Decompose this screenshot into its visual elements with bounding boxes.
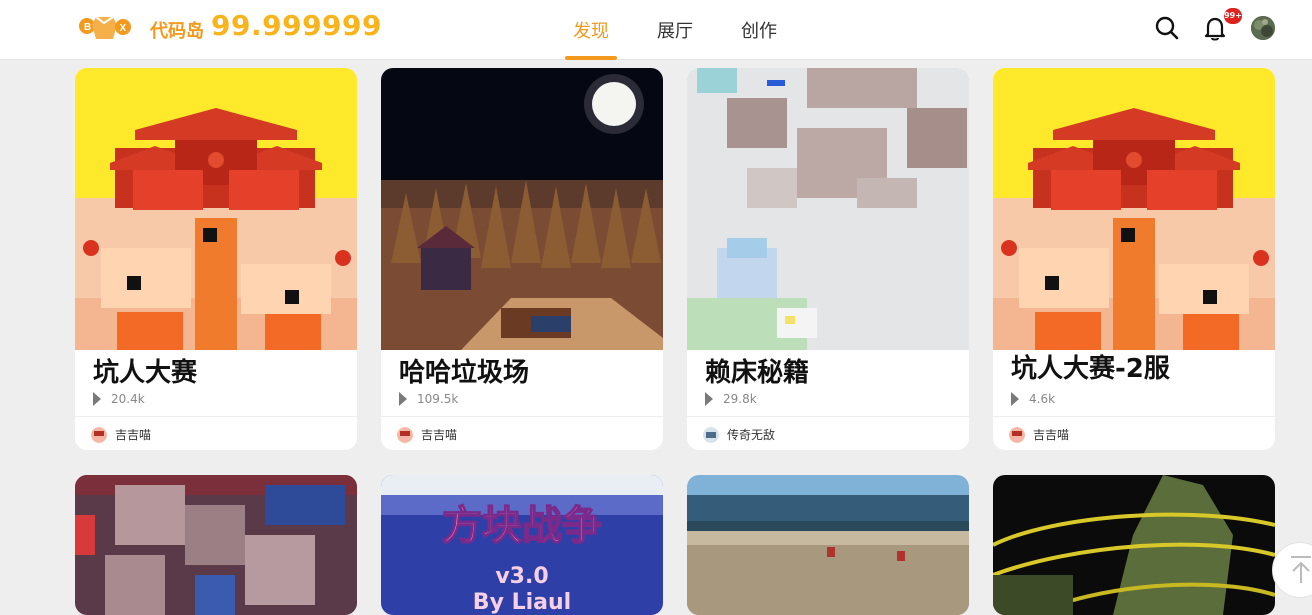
play-count: 20.4k (93, 392, 145, 406)
card-divider (381, 416, 663, 417)
game-thumbnail[interactable] (75, 68, 357, 350)
author-info[interactable]: 吉吉喵 (1009, 426, 1069, 443)
game-title[interactable]: 坑人大赛-2服 (1011, 348, 1170, 385)
play-count-value: 109.5k (417, 392, 459, 406)
play-count: 4.6k (1011, 392, 1055, 406)
card-divider (75, 416, 357, 417)
banner-version: v3.0 (495, 564, 548, 589)
author-avatar (397, 426, 413, 443)
author-info[interactable]: 吉吉喵 (397, 426, 457, 443)
notification-badge: 99+ (1224, 8, 1242, 24)
author-info[interactable]: 吉吉喵 (91, 426, 151, 443)
game-card[interactable]: 赖床秘籍 29.8k 传奇无敌 (687, 68, 969, 450)
game-thumbnail[interactable] (687, 68, 969, 350)
author-avatar (1009, 426, 1025, 443)
game-card[interactable]: 坑人大赛-2服 4.6k 吉吉喵 (993, 68, 1275, 450)
play-count: 109.5k (399, 392, 458, 406)
card-divider (687, 416, 969, 417)
active-tab-indicator (565, 56, 617, 60)
coin-balance: 99.999999 (211, 9, 382, 42)
search-icon[interactable] (1153, 14, 1181, 42)
game-card-thumbnail[interactable] (687, 475, 969, 615)
svg-text:X: X (120, 23, 127, 34)
play-icon (1011, 392, 1019, 406)
nav-tab-create[interactable]: 创作 (741, 17, 777, 43)
author-info[interactable]: 传奇无敌 (703, 426, 775, 443)
svg-text:B: B (84, 22, 91, 33)
top-navigation-bar: B X 代码岛 99.999999 发现 展厅 创作 99+ (0, 0, 1312, 60)
game-card[interactable]: 哈哈垃圾场 109.5k 吉吉喵 (381, 68, 663, 450)
author-avatar (703, 426, 719, 443)
play-icon (93, 392, 101, 406)
codeisland-logo[interactable]: B X (76, 13, 134, 43)
play-count-value: 29.8k (723, 392, 757, 406)
author-name: 吉吉喵 (1033, 428, 1070, 442)
back-to-top-button[interactable] (1272, 542, 1312, 598)
game-thumbnail[interactable] (993, 68, 1275, 350)
nav-tab-discover[interactable]: 发现 (573, 17, 609, 43)
play-count-value: 20.4k (111, 392, 145, 406)
arrow-up-icon (1291, 556, 1311, 583)
author-name: 吉吉喵 (421, 428, 458, 442)
nav-tab-gallery[interactable]: 展厅 (657, 17, 693, 43)
game-title[interactable]: 哈哈垃圾场 (399, 352, 529, 389)
author-avatar (91, 426, 107, 443)
game-title[interactable]: 赖床秘籍 (705, 352, 809, 389)
game-card-thumbnail[interactable]: 方块战争 v3.0 By Liaul (381, 475, 663, 615)
play-icon (705, 392, 713, 406)
card-divider (993, 416, 1275, 417)
play-count-value: 4.6k (1029, 392, 1056, 406)
game-card[interactable]: 坑人大赛 20.4k 吉吉喵 (75, 68, 357, 450)
game-thumbnail[interactable] (381, 68, 663, 350)
game-card-thumbnail[interactable] (993, 475, 1275, 615)
brand-name: 代码岛 (150, 21, 204, 42)
author-name: 吉吉喵 (115, 428, 152, 442)
game-title[interactable]: 坑人大赛 (93, 352, 197, 389)
author-name: 传奇无敌 (727, 428, 776, 442)
game-card-thumbnail[interactable] (75, 475, 357, 615)
banner-title: 方块战争 (442, 503, 602, 549)
play-count: 29.8k (705, 392, 757, 406)
play-icon (399, 392, 407, 406)
user-avatar[interactable] (1251, 16, 1275, 40)
